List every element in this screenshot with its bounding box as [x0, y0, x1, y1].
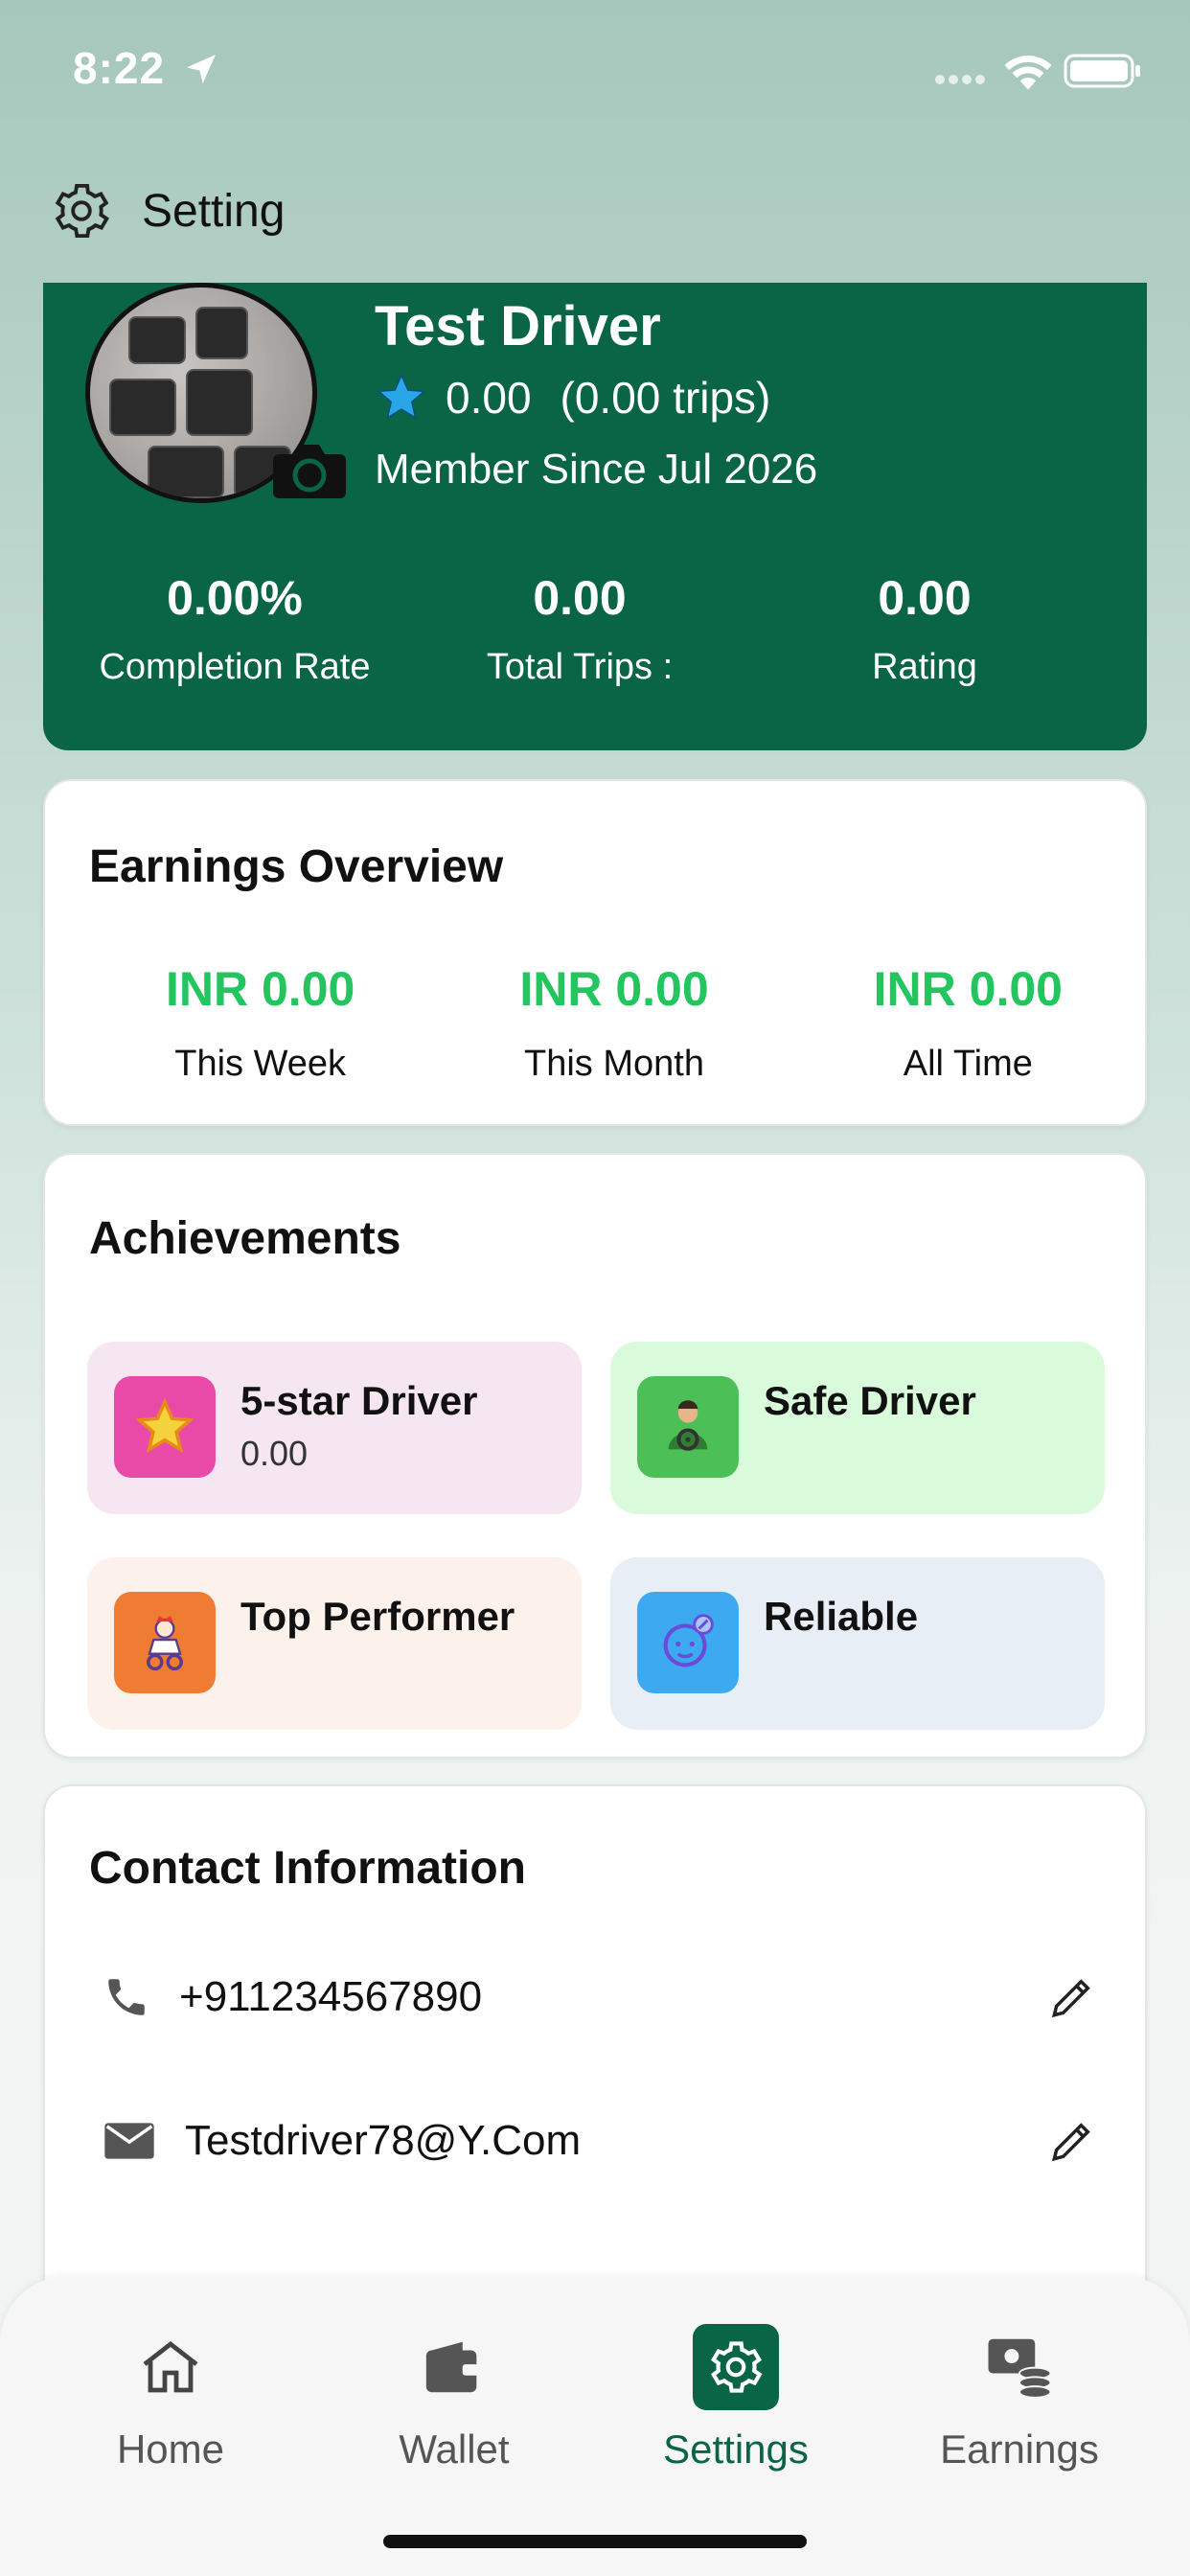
- earnings-row: INR 0.00 This Week INR 0.00 This Month I…: [45, 961, 1145, 1085]
- earnings-icon: [988, 2338, 1052, 2399]
- stat-rating: 0.00 Rating: [752, 570, 1097, 688]
- earnings-value: INR 0.00: [166, 962, 355, 1016]
- status-bar: 8:22: [0, 0, 1190, 144]
- nav-label: Home: [116, 2426, 225, 2472]
- stat-value: 0.00: [878, 571, 972, 625]
- stat-completion-rate: 0.00% Completion Rate: [62, 570, 407, 688]
- page-title: Setting: [142, 185, 286, 237]
- earnings-label: This Month: [524, 1044, 704, 1084]
- earnings-all-time: INR 0.00 All Time: [791, 961, 1145, 1085]
- nav-label: Settings: [663, 2426, 809, 2472]
- phone-icon: [108, 1979, 145, 2015]
- stat-label: Total Trips :: [486, 647, 674, 687]
- achievement-name: 5-star Driver: [240, 1378, 478, 1423]
- achievement-top-performer[interactable]: Top Performer: [87, 1557, 582, 1730]
- achievement-5-star-driver[interactable]: 5-star Driver 0.00: [87, 1342, 582, 1514]
- stat-total-trips: 0.00 Total Trips :: [407, 570, 752, 688]
- star-icon: [114, 1376, 216, 1478]
- edit-email-icon[interactable]: [1045, 2114, 1099, 2168]
- home-icon: [143, 2340, 198, 2393]
- nav-earnings[interactable]: Earnings: [914, 2319, 1125, 2472]
- driver-name: Test Driver: [375, 295, 661, 357]
- earnings-this-week: INR 0.00 This Week: [83, 961, 437, 1085]
- profile-stats: 0.00% Completion Rate 0.00 Total Trips :…: [43, 570, 1147, 688]
- earnings-value: INR 0.00: [519, 962, 709, 1016]
- star-icon: [377, 373, 426, 420]
- signal-icon: [935, 75, 985, 84]
- status-time: 8:22: [73, 43, 166, 93]
- achievement-safe-driver[interactable]: Safe Driver: [610, 1342, 1105, 1514]
- email-icon: [104, 2123, 154, 2159]
- nav-label: Wallet: [399, 2426, 510, 2472]
- achievement-name: Top Performer: [240, 1594, 515, 1639]
- battery-icon: [1064, 54, 1140, 88]
- earnings-value: INR 0.00: [873, 962, 1063, 1016]
- nav-wallet[interactable]: Wallet: [349, 2319, 560, 2472]
- rating-line: 0.00 (0.00 trips): [375, 371, 770, 425]
- camera-icon[interactable]: [271, 439, 348, 500]
- home-indicator: [383, 2535, 807, 2548]
- wallet-icon: [425, 2341, 480, 2393]
- earnings-label: This Week: [174, 1044, 347, 1084]
- gear-icon: [711, 2341, 763, 2393]
- achievements-card: Achievements 5-star Driver 0.00 Safe Dri…: [43, 1153, 1147, 1759]
- nav-label: Earnings: [940, 2426, 1099, 2472]
- achievement-name: Safe Driver: [764, 1378, 976, 1423]
- achievement-reliable[interactable]: Reliable: [610, 1557, 1105, 1730]
- bottom-nav: Home Wallet Settings Earnings: [0, 2276, 1190, 2576]
- stat-value: 0.00: [533, 571, 627, 625]
- contact-email-row: Testdriver78@Y.Com: [103, 2103, 1099, 2179]
- contact-email: Testdriver78@Y.Com: [185, 2117, 582, 2164]
- member-since: Member Since Jul 2026: [375, 446, 818, 493]
- performer-icon: [114, 1592, 216, 1693]
- stat-label: Rating: [872, 647, 977, 687]
- location-arrow-icon: [187, 55, 216, 83]
- profile-card: Test Driver 0.00 (0.00 trips) Member Sin…: [43, 283, 1147, 750]
- contact-title: Contact Information: [89, 1843, 526, 1894]
- edit-phone-icon[interactable]: [1045, 1970, 1099, 2024]
- earnings-title: Earnings Overview: [89, 841, 504, 892]
- earnings-label: All Time: [903, 1044, 1033, 1084]
- achievement-value: 0.00: [240, 1434, 309, 1473]
- earnings-card: Earnings Overview INR 0.00 This Week INR…: [43, 779, 1147, 1126]
- nav-settings[interactable]: Settings: [630, 2319, 841, 2472]
- wifi-icon: [1004, 55, 1052, 90]
- trips-count: (0.00 trips): [560, 373, 771, 423]
- gear-icon[interactable]: [50, 179, 113, 242]
- header: Setting: [50, 177, 285, 244]
- achievements-title: Achievements: [89, 1213, 401, 1264]
- reliable-icon: [637, 1592, 739, 1693]
- contact-phone: +911234567890: [179, 1973, 483, 2020]
- contact-phone-row: +911234567890: [103, 1959, 1099, 2036]
- earnings-this-month: INR 0.00 This Month: [437, 961, 790, 1085]
- nav-home[interactable]: Home: [65, 2319, 276, 2472]
- stat-value: 0.00%: [167, 571, 303, 625]
- stat-label: Completion Rate: [99, 647, 371, 687]
- achievement-name: Reliable: [764, 1594, 919, 1639]
- rating-value: 0.00: [446, 373, 532, 423]
- driver-icon: [637, 1376, 739, 1478]
